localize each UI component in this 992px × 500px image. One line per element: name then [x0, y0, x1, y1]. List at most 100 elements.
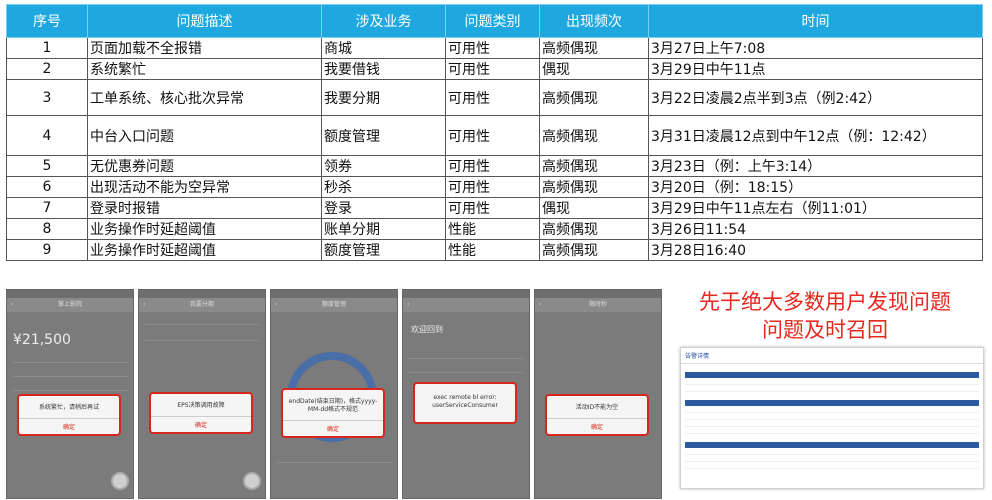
- cell-freq: 高频偶现: [539, 239, 649, 261]
- header-desc: 问题描述: [87, 4, 322, 38]
- back-icon: ‹: [275, 301, 278, 308]
- cell-biz: 登录: [321, 197, 446, 219]
- cell-desc: 出现活动不能为空异常: [87, 176, 322, 198]
- cell-category: 性能: [445, 239, 540, 261]
- headline-line-2: 问题及时召回: [762, 318, 888, 342]
- cell-desc: 业务操作时延超阈值: [87, 239, 322, 261]
- cell-no: 9: [6, 239, 88, 261]
- phone-screenshot-flashsale: ‹ 限时秒 活动ID不能为空 确定: [534, 289, 662, 499]
- cell-time: 3月29日中午11点: [648, 58, 983, 80]
- table-row: 3 工单系统、核心批次异常 我要分期 可用性 高频偶现 3月22日凌晨2点半到3点（例2:…: [6, 79, 983, 116]
- dialog-ok-button[interactable]: 确定: [19, 418, 119, 434]
- table-row: 9 业务操作时延超阈值 额度管理 性能 高频偶现 3月28日16:40: [6, 239, 983, 261]
- error-dialog: endDate(结束日期)，格式yyyy-MM-dd格式不规范 确定: [281, 388, 385, 438]
- dialog-ok-button[interactable]: 确定: [283, 420, 383, 436]
- cell-time: 3月29日中午11点左右（例11:01）: [648, 197, 983, 219]
- cell-biz: 秒杀: [321, 176, 446, 198]
- phone-screenshot-login: ‹ 欢迎回到 exec remote bl error: userService…: [402, 289, 530, 499]
- cell-no: 4: [6, 115, 88, 156]
- cell-freq: 高频偶现: [539, 155, 649, 177]
- cell-freq: 偶现: [539, 197, 649, 219]
- headline-line-1: 先于绝大多数用户发现问题: [699, 290, 951, 314]
- dialog-ok-button[interactable]: 确定: [547, 418, 647, 434]
- cell-no: 5: [6, 155, 88, 177]
- cell-time: 3月26日11:54: [648, 218, 983, 240]
- cell-desc: 业务操作时延超阈值: [87, 218, 322, 240]
- cell-time: 3月20日（例：18:15）: [648, 176, 983, 198]
- header-freq: 出现频次: [539, 4, 649, 38]
- cell-category: 可用性: [445, 37, 540, 59]
- table-header-row: 序号 问题描述 涉及业务 问题类别 出现频次 时间: [6, 4, 983, 38]
- cell-freq: 偶现: [539, 58, 649, 80]
- error-dialog: 系统繁忙，请稍后再试 确定: [17, 394, 121, 436]
- cell-category: 可用性: [445, 58, 540, 80]
- cell-no: 2: [6, 58, 88, 80]
- cell-category: 可用性: [445, 115, 540, 156]
- cell-desc: 页面加载不全报错: [87, 37, 322, 59]
- table-row: 4 中台入口问题 额度管理 可用性 高频偶现 3月31日凌晨12点到中午12点（例：12:…: [6, 115, 983, 156]
- cell-time: 3月28日16:40: [648, 239, 983, 261]
- error-dialog: 活动ID不能为空 确定: [545, 394, 649, 436]
- table-row: 5 无优惠券问题 领券 可用性 高频偶现 3月23日（例：上午3:14）: [6, 155, 983, 177]
- dialog-message: endDate(结束日期)，格式yyyy-MM-dd格式不规范: [288, 398, 378, 413]
- cell-no: 8: [6, 218, 88, 240]
- cell-no: 7: [6, 197, 88, 219]
- back-icon: ‹: [143, 301, 146, 308]
- cell-biz: 额度管理: [321, 115, 446, 156]
- cell-time: 3月31日凌晨12点到中午12点（例：12:42）: [648, 115, 983, 156]
- dialog-message: 系统繁忙，请稍后再试: [38, 404, 99, 411]
- phone-screenshot-loan: ‹ 掌上影院 ¥21,500 系统繁忙，请稍后再试 确定: [6, 289, 134, 499]
- table-row: 6 出现活动不能为空异常 秒杀 可用性 高频偶现 3月20日（例：18:15）: [6, 176, 983, 198]
- cell-freq: 高频偶现: [539, 115, 649, 156]
- header-category: 问题类别: [445, 4, 540, 38]
- dialog-ok-button[interactable]: 确定: [151, 416, 251, 432]
- phone-screenshot-credit: ‹ 额度管理 endDate(结束日期)，格式yyyy-MM-dd格式不规范 确定: [270, 289, 398, 499]
- cell-no: 3: [6, 79, 88, 116]
- table-row: 1 页面加载不全报错 商城 可用性 高频偶现 3月27日上午7:08: [6, 37, 983, 59]
- header-biz: 涉及业务: [321, 4, 446, 38]
- dialog-message: exec remote bl error: userServiceConsume…: [432, 394, 498, 409]
- cell-no: 1: [6, 37, 88, 59]
- amount-text: ¥21,500: [13, 332, 71, 348]
- cell-freq: 高频偶现: [539, 218, 649, 240]
- header-time: 时间: [648, 4, 983, 38]
- back-icon: ‹: [407, 301, 410, 308]
- cell-time: 3月23日（例：上午3:14）: [648, 155, 983, 177]
- dialog-message: EPS决策调用故障: [177, 402, 225, 409]
- cell-desc: 系统繁忙: [87, 58, 322, 80]
- phone-screenshot-installment: ‹ 我要分期 EPS决策调用故障 确定: [138, 289, 266, 499]
- phone-title: 掌上影院: [57, 301, 82, 308]
- cell-time: 3月27日上午7:08: [648, 37, 983, 59]
- table-row: 7 登录时报错 登录 可用性 偶现 3月29日中午11点左右（例11:01）: [6, 197, 983, 219]
- cell-biz: 我要分期: [321, 79, 446, 116]
- issue-table: 序号 问题描述 涉及业务 问题类别 出现频次 时间 1 页面加载不全报错 商城 可用性…: [6, 4, 983, 261]
- header-no: 序号: [6, 4, 88, 38]
- cell-freq: 高频偶现: [539, 176, 649, 198]
- cell-category: 可用性: [445, 197, 540, 219]
- assistive-touch-icon: [111, 472, 129, 490]
- assistive-touch-icon: [243, 472, 261, 490]
- cell-biz: 我要借钱: [321, 58, 446, 80]
- table-row: 8 业务操作时延超阈值 账单分期 性能 高频偶现 3月26日11:54: [6, 218, 983, 240]
- cell-biz: 账单分期: [321, 218, 446, 240]
- cell-category: 可用性: [445, 79, 540, 116]
- cell-category: 可用性: [445, 176, 540, 198]
- dialog-message: 活动ID不能为空: [575, 404, 619, 411]
- cell-category: 性能: [445, 218, 540, 240]
- cell-desc: 中台入口问题: [87, 115, 322, 156]
- welcome-text: 欢迎回到: [411, 325, 443, 334]
- back-icon: ‹: [11, 301, 14, 308]
- cell-time: 3月22日凌晨2点半到3点（例2:42）: [648, 79, 983, 116]
- cell-desc: 无优惠券问题: [87, 155, 322, 177]
- phone-title: 限时秒: [588, 301, 607, 308]
- phone-title: 我要分期: [189, 301, 214, 308]
- alert-panel-title: 告警详情: [681, 348, 983, 364]
- cell-biz: 领券: [321, 155, 446, 177]
- cell-freq: 高频偶现: [539, 79, 649, 116]
- back-icon: ‹: [539, 301, 542, 308]
- phone-title: 额度管理: [321, 301, 346, 308]
- cell-desc: 工单系统、核心批次异常: [87, 79, 322, 116]
- table-row: 2 系统繁忙 我要借钱 可用性 偶现 3月29日中午11点: [6, 58, 983, 80]
- cell-no: 6: [6, 176, 88, 198]
- cell-biz: 额度管理: [321, 239, 446, 261]
